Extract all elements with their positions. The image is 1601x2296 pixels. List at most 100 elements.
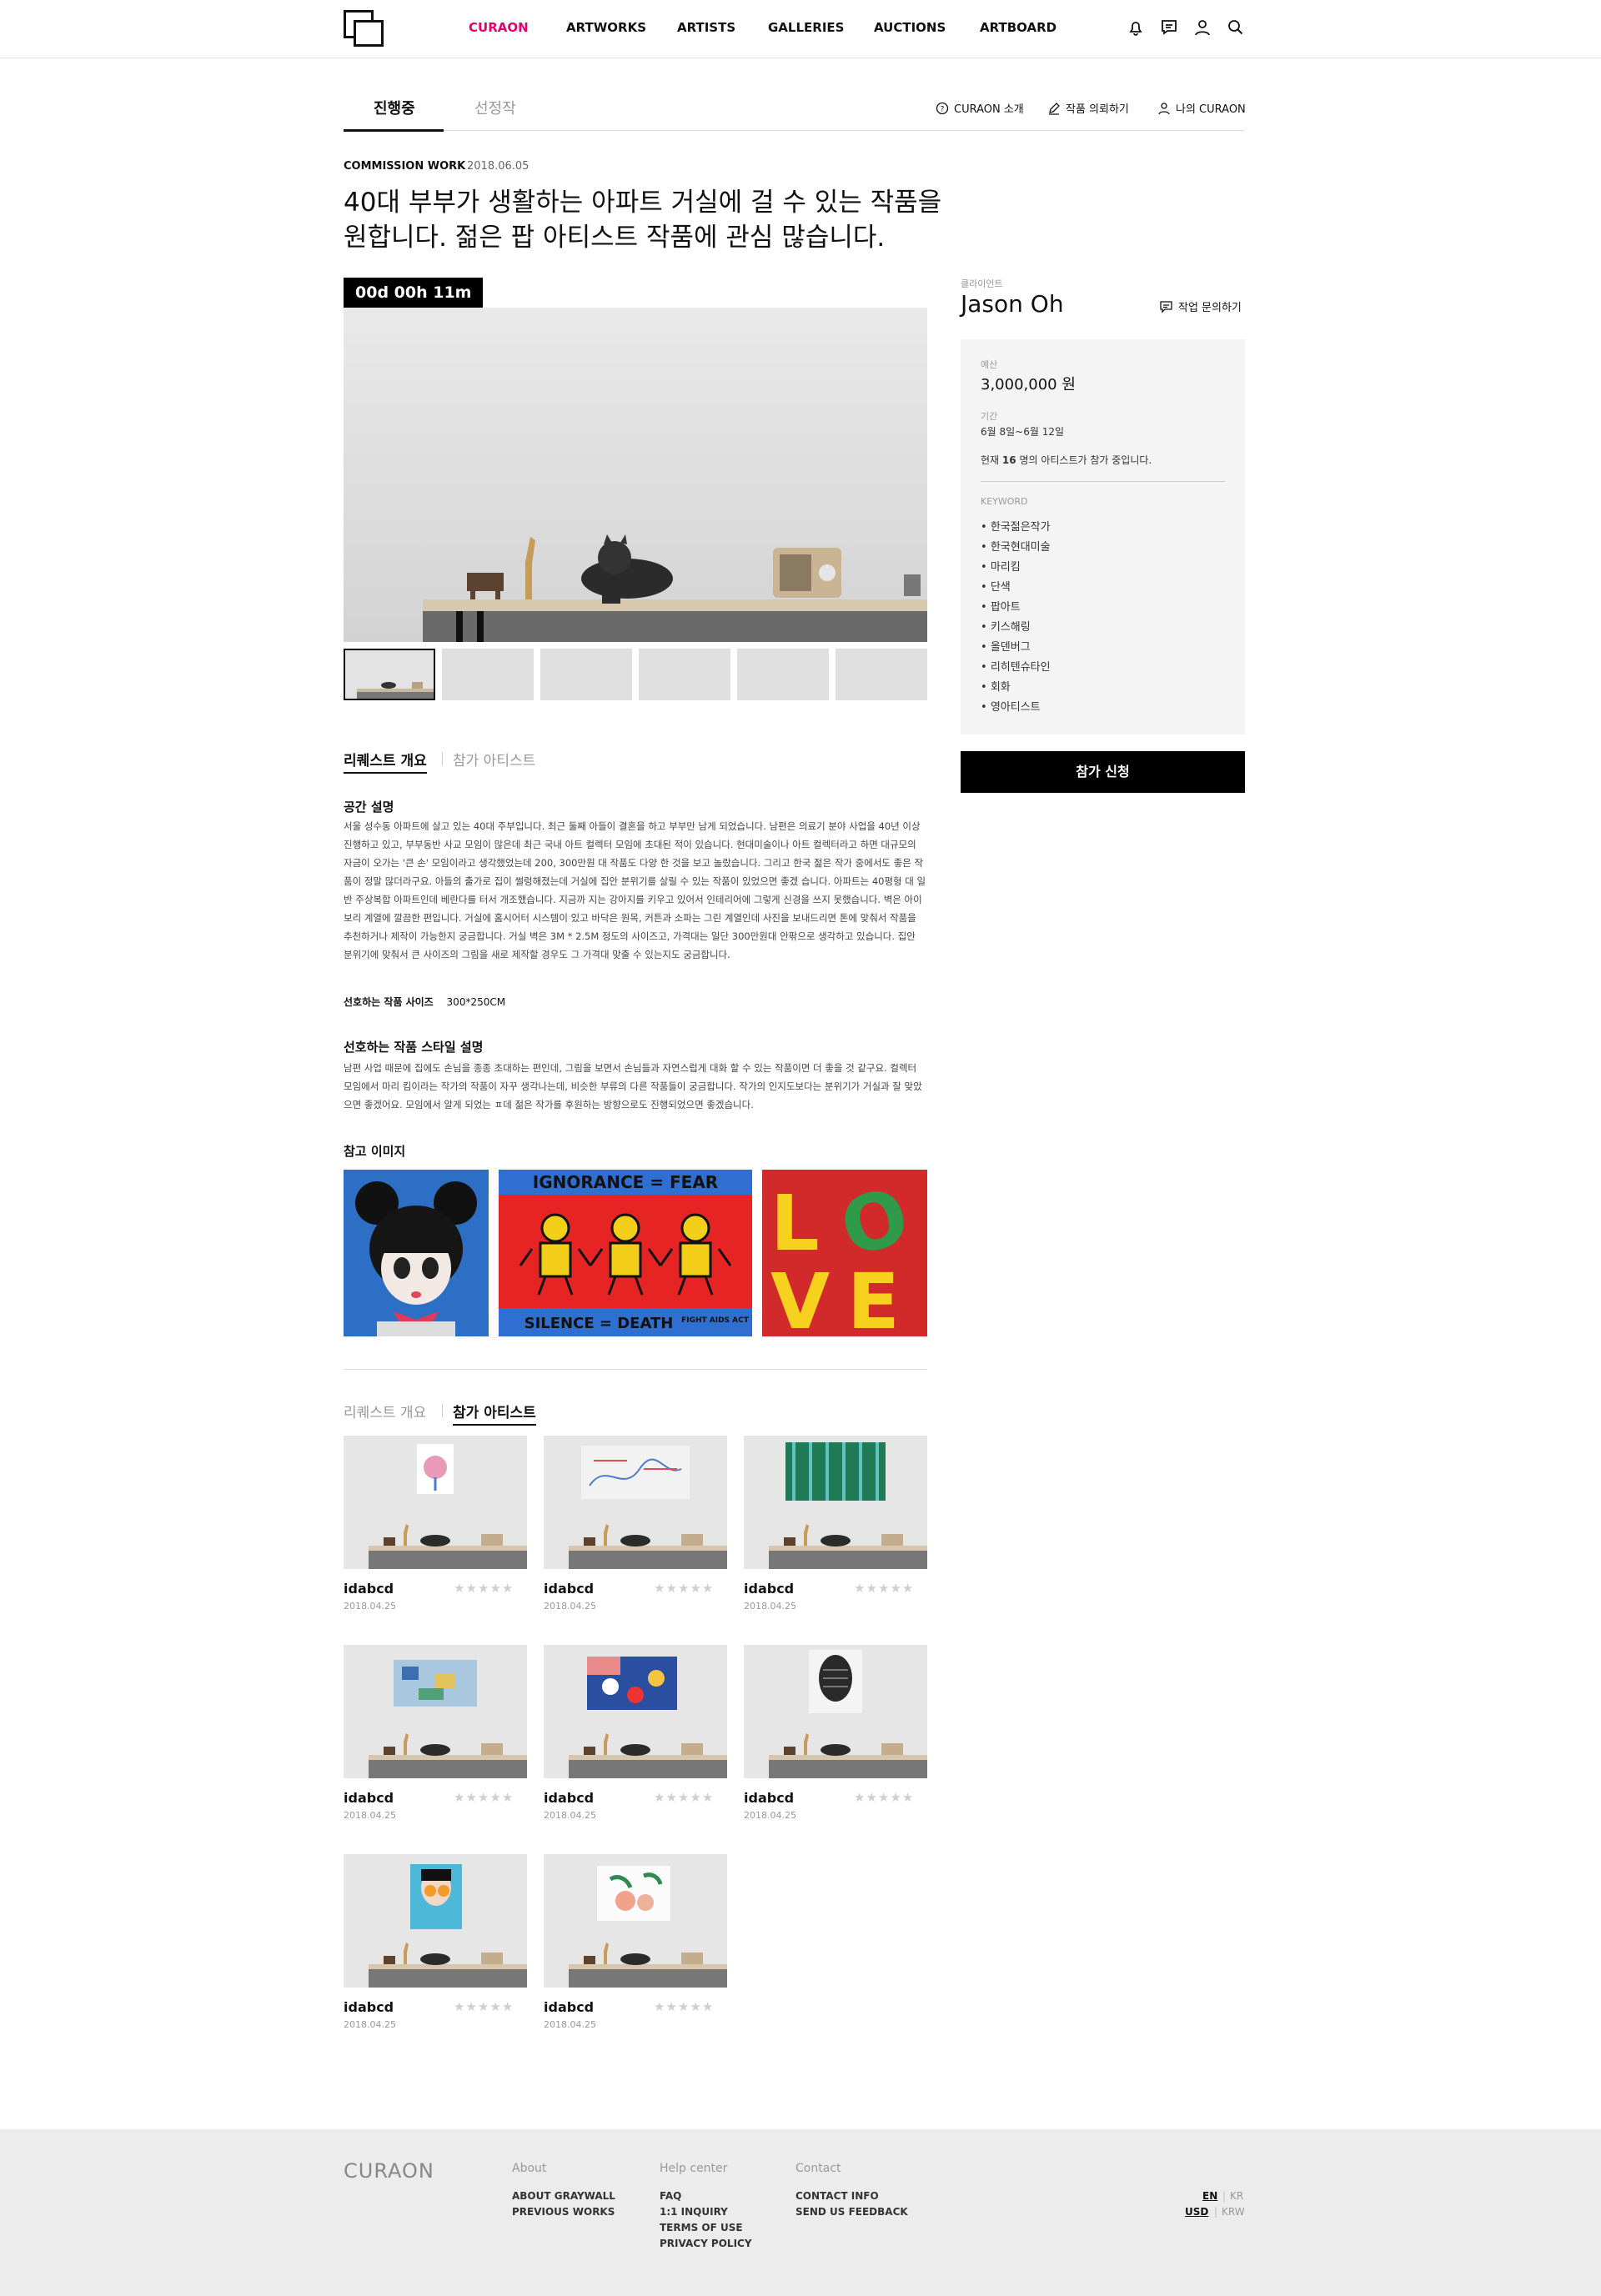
keyword-item[interactable]: • 한국젊은작가 [981, 518, 1051, 534]
artist-name[interactable]: idabcd [344, 1581, 394, 1597]
artist-artwork-image[interactable] [544, 1854, 727, 1988]
tab-participating-artists-2[interactable]: 참가 아티스트 [453, 1401, 536, 1426]
nav-artworks[interactable]: ARTWORKS [566, 20, 646, 35]
currency-usd[interactable]: USD [1185, 2206, 1208, 2218]
artist-name[interactable]: idabcd [544, 1999, 594, 2015]
star-icon[interactable]: ★ [866, 1790, 877, 1805]
artist-artwork-image[interactable] [744, 1436, 927, 1569]
star-icon[interactable]: ★ [902, 1790, 914, 1805]
star-icon[interactable]: ★ [478, 1790, 489, 1805]
star-icon[interactable]: ★ [665, 1790, 677, 1805]
footer-link-terms[interactable]: TERMS OF USE [660, 2222, 743, 2233]
thumbnail-5[interactable] [737, 649, 829, 700]
star-icon[interactable]: ★ [465, 1999, 477, 2014]
link-about-curaon[interactable]: ? CURAON 소개 [936, 100, 1024, 116]
star-icon[interactable]: ★ [454, 1581, 465, 1596]
star-icon[interactable]: ★ [502, 1999, 514, 2014]
footer-logo[interactable]: CURAON [344, 2159, 434, 2183]
star-icon[interactable]: ★ [702, 1999, 714, 2014]
rating-stars[interactable]: ★★★★★ [454, 1999, 514, 2014]
footer-link-feedback[interactable]: SEND US FEEDBACK [795, 2206, 908, 2218]
keyword-item[interactable]: • 키스해링 [981, 618, 1031, 634]
artist-name[interactable]: idabcd [744, 1581, 794, 1597]
artist-artwork-image[interactable] [744, 1645, 927, 1778]
star-icon[interactable]: ★ [502, 1790, 514, 1805]
artist-name[interactable]: idabcd [544, 1790, 594, 1806]
keyword-item[interactable]: • 리히텐슈타인 [981, 658, 1051, 674]
star-icon[interactable]: ★ [654, 1581, 665, 1596]
star-icon[interactable]: ★ [489, 1790, 501, 1805]
nav-galleries[interactable]: GALLERIES [768, 20, 844, 35]
link-request-work[interactable]: 작품 의뢰하기 [1047, 100, 1129, 116]
star-icon[interactable]: ★ [890, 1581, 901, 1596]
star-icon[interactable]: ★ [654, 1999, 665, 2014]
star-icon[interactable]: ★ [678, 1790, 690, 1805]
keyword-item[interactable]: • 단색 [981, 578, 1011, 594]
work-inquiry-link[interactable]: 작업 문의하기 [1159, 298, 1242, 314]
artist-name[interactable]: idabcd [344, 1999, 394, 2015]
artist-artwork-image[interactable] [544, 1645, 727, 1778]
tab-request-overview[interactable]: 리퀘스트 개요 [344, 749, 427, 774]
link-my-curaon[interactable]: 나의 CURAON [1157, 100, 1246, 116]
artist-artwork-image[interactable] [344, 1854, 527, 1988]
star-icon[interactable]: ★ [690, 1999, 701, 2014]
currency-krw[interactable]: KRW [1222, 2206, 1245, 2218]
star-icon[interactable]: ★ [866, 1581, 877, 1596]
star-icon[interactable]: ★ [465, 1581, 477, 1596]
artist-name[interactable]: idabcd [544, 1581, 594, 1597]
star-icon[interactable]: ★ [854, 1581, 866, 1596]
star-icon[interactable]: ★ [489, 1999, 501, 2014]
star-icon[interactable]: ★ [878, 1581, 890, 1596]
star-icon[interactable]: ★ [454, 1999, 465, 2014]
lang-en[interactable]: EN [1202, 2190, 1217, 2202]
user-icon[interactable] [1193, 18, 1212, 37]
footer-link-contact-info[interactable]: CONTACT INFO [795, 2190, 879, 2202]
artist-name[interactable]: idabcd [744, 1790, 794, 1806]
tab-in-progress[interactable]: 진행중 [374, 97, 415, 118]
rating-stars[interactable]: ★★★★★ [854, 1790, 914, 1805]
star-icon[interactable]: ★ [454, 1790, 465, 1805]
star-icon[interactable]: ★ [489, 1581, 501, 1596]
footer-link-about-graywall[interactable]: ABOUT GRAYWALL [512, 2190, 615, 2202]
reference-image-girl[interactable] [344, 1170, 489, 1336]
rating-stars[interactable]: ★★★★★ [654, 1999, 714, 2014]
keyword-item[interactable]: • 회화 [981, 678, 1011, 694]
rating-stars[interactable]: ★★★★★ [454, 1581, 514, 1596]
curaon-logo[interactable] [344, 10, 384, 47]
keyword-item[interactable]: • 영아티스트 [981, 698, 1041, 714]
star-icon[interactable]: ★ [890, 1790, 901, 1805]
star-icon[interactable]: ★ [702, 1790, 714, 1805]
keyword-item[interactable]: • 한국현대미술 [981, 538, 1051, 554]
star-icon[interactable]: ★ [665, 1581, 677, 1596]
rating-stars[interactable]: ★★★★★ [854, 1581, 914, 1596]
thumbnail-4[interactable] [639, 649, 730, 700]
footer-link-inquiry[interactable]: 1:1 INQUIRY [660, 2206, 728, 2218]
reference-image-keith-haring[interactable]: IGNORANCE = FEAR SILENCE = DEATH FIGHT A… [499, 1170, 763, 1336]
rating-stars[interactable]: ★★★★★ [654, 1581, 714, 1596]
search-icon[interactable] [1227, 18, 1245, 37]
keyword-item[interactable]: • 마리킴 [981, 558, 1021, 574]
star-icon[interactable]: ★ [702, 1581, 714, 1596]
thumbnail-2[interactable] [442, 649, 534, 700]
keyword-item[interactable]: • 올덴버그 [981, 638, 1031, 654]
artist-artwork-image[interactable] [344, 1645, 527, 1778]
star-icon[interactable]: ★ [690, 1790, 701, 1805]
nav-curaon[interactable]: CURAON [469, 20, 529, 35]
footer-link-privacy[interactable]: PRIVACY POLICY [660, 2238, 752, 2249]
star-icon[interactable]: ★ [478, 1999, 489, 2014]
nav-artists[interactable]: ARTISTS [677, 20, 735, 35]
star-icon[interactable]: ★ [690, 1581, 701, 1596]
artist-name[interactable]: idabcd [344, 1790, 394, 1806]
lang-kr[interactable]: KR [1230, 2190, 1243, 2202]
footer-link-faq[interactable]: FAQ [660, 2190, 681, 2202]
star-icon[interactable]: ★ [502, 1581, 514, 1596]
thumbnail-3[interactable] [540, 649, 632, 700]
tab-request-overview-2[interactable]: 리퀘스트 개요 [344, 1401, 426, 1421]
apply-button[interactable]: 참가 신청 [961, 751, 1245, 793]
star-icon[interactable]: ★ [902, 1581, 914, 1596]
nav-artboard[interactable]: ARTBOARD [980, 20, 1056, 35]
thumbnail-6[interactable] [836, 649, 927, 700]
star-icon[interactable]: ★ [654, 1790, 665, 1805]
star-icon[interactable]: ★ [878, 1790, 890, 1805]
tab-selected[interactable]: 선정작 [474, 97, 516, 118]
